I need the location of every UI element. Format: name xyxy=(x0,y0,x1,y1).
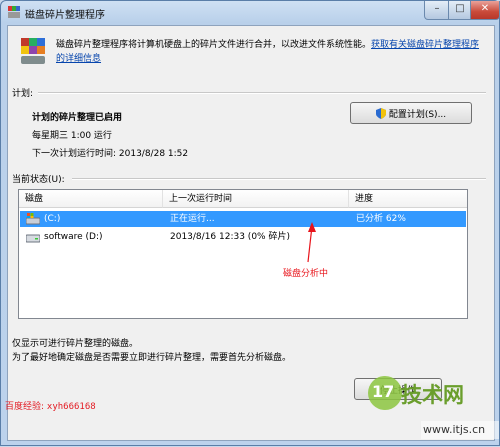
disk-progress: 已分析 62% xyxy=(356,214,406,224)
logo-number: 17 xyxy=(372,382,395,401)
schedule-next-run: 下一次计划运行时间: 2013/8/28 1:52 xyxy=(32,149,189,159)
minimize-button[interactable]: – xyxy=(424,1,450,20)
schedule-divider xyxy=(38,92,486,94)
maximize-button[interactable]: □ xyxy=(448,1,472,20)
column-header-progress[interactable]: 进度 xyxy=(349,190,467,208)
watermark-label: 百度经验: xyxy=(5,402,45,412)
close-button[interactable]: ✕ xyxy=(470,1,500,20)
app-window: 磁盘碎片整理程序 – □ ✕ 磁盘碎片整理程序将计算机硬盘上的碎片文件进行合并，… xyxy=(0,0,500,446)
disk-name: software (D:) xyxy=(44,232,103,242)
disk-last-run: 2013/8/16 12:33 (0% 碎片) xyxy=(170,232,290,242)
disk-row-c[interactable]: (C:) 正在运行... 已分析 62% xyxy=(20,211,466,227)
intro-text: 磁盘碎片整理程序将计算机硬盘上的碎片文件进行合并，以改进文件系统性能。获取有关磁… xyxy=(56,38,486,66)
column-header-disk[interactable]: 磁盘 xyxy=(19,190,163,208)
schedule-frequency: 每星期三 1:00 运行 xyxy=(32,131,112,141)
disk-row-d[interactable]: software (D:) 2013/8/16 12:33 (0% 碎片) xyxy=(20,229,466,245)
schedule-section-label: 计划: xyxy=(12,89,34,99)
intro-description: 磁盘碎片整理程序将计算机硬盘上的碎片文件进行合并，以改进文件系统性能。 xyxy=(56,40,372,50)
schedule-status: 计划的碎片整理已启用 xyxy=(32,113,123,123)
uac-shield-icon xyxy=(375,107,386,119)
window-title: 磁盘碎片整理程序 xyxy=(25,10,105,21)
configure-schedule-button[interactable]: 配置计划(S)... xyxy=(350,102,472,124)
drive-icon xyxy=(26,234,40,243)
note-line-1: 仅显示可进行碎片整理的磁盘。 xyxy=(12,339,139,349)
current-status-label: 当前状态(U): xyxy=(12,175,65,185)
status-divider xyxy=(72,178,486,180)
disk-last-run: 正在运行... xyxy=(170,214,215,224)
column-header-last-run[interactable]: 上一次运行时间 xyxy=(163,190,349,208)
note-line-2: 为了最好地确定磁盘是否需要立即进行碎片整理，需要首先分析磁盘。 xyxy=(12,353,292,363)
disk-name: (C:) xyxy=(44,214,61,224)
annotation-label: 磁盘分析中 xyxy=(283,269,329,279)
defrag-icon xyxy=(21,38,45,64)
disk-list[interactable]: 磁盘 上一次运行时间 进度 (C:) 正在运行... 已分析 62% softw… xyxy=(18,189,468,319)
title-bar[interactable]: 磁盘碎片整理程序 – □ ✕ xyxy=(1,1,500,25)
site-logo: 17 技术网 www.itjs.cn xyxy=(365,367,500,447)
windows-drive-icon xyxy=(26,213,40,225)
defrag-app-icon xyxy=(8,6,20,18)
configure-schedule-label: 配置计划(S)... xyxy=(388,109,447,120)
watermark-id: xyh666168 xyxy=(46,402,96,412)
watermark: 百度经验: xyh666168 xyxy=(5,399,96,412)
logo-url: www.itjs.cn xyxy=(423,423,486,436)
logo-main-text: 技术网 xyxy=(401,383,464,407)
